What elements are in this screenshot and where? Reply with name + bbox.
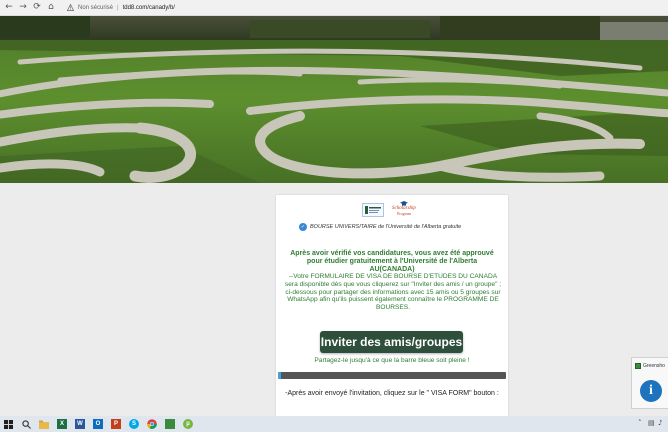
search-icon[interactable]: [21, 419, 31, 429]
file-explorer-icon[interactable]: [39, 419, 49, 429]
address-separator: |: [117, 4, 119, 11]
address-bar[interactable]: Non sécurisé | tdd8.com/canady/b/: [66, 2, 668, 14]
progress-fill: [278, 372, 281, 379]
info-icon[interactable]: i: [640, 380, 662, 402]
volume-icon[interactable]: ♪: [658, 419, 664, 427]
greenshot-icon: [635, 363, 641, 369]
outlook-icon[interactable]: O: [93, 419, 103, 429]
approval-headline: Après avoir vérifié vos candidatures, vo…: [290, 250, 494, 273]
utorrent-icon[interactable]: µ: [183, 419, 193, 429]
powerpoint-icon[interactable]: P: [111, 419, 121, 429]
windows-taskbar: X W O P S µ ˄ ▤ ♪: [0, 416, 668, 432]
greenshot-label: Greensho: [643, 363, 665, 369]
warning-icon: [66, 4, 74, 12]
greenshot-widget[interactable]: Greensho i: [631, 357, 668, 409]
hero-lawn-image: [0, 16, 668, 183]
excel-icon[interactable]: X: [57, 419, 67, 429]
scholarship-program-logo: Scholarship Program: [390, 201, 418, 219]
forward-button[interactable]: →: [18, 3, 28, 13]
scholarship-subtitle: Program: [397, 211, 411, 216]
network-icon[interactable]: ▤: [648, 419, 655, 427]
scholarship-card: Scholarship Program ✓ BOURSE UNIVERSITAI…: [276, 195, 508, 417]
badge-text: BOURSE UNIVERSITAIRE de l'Université de …: [310, 224, 462, 230]
university-logo: [362, 203, 384, 217]
system-tray: ˄ ▤ ♪: [638, 419, 664, 427]
windows-start-icon[interactable]: [3, 419, 13, 429]
url-text[interactable]: tdd8.com/canady/b/: [123, 5, 175, 11]
home-button[interactable]: ⌂: [46, 3, 56, 13]
chevron-up-icon[interactable]: ˄: [638, 419, 644, 427]
greenshot-icon[interactable]: [165, 419, 175, 429]
chrome-icon[interactable]: [147, 419, 157, 429]
visa-form-instruction: -Après avoir envoyé l'invitation, clique…: [285, 390, 499, 397]
invite-friends-button[interactable]: Inviter des amis/groupes: [320, 331, 463, 353]
greenshot-title: Greensho: [635, 363, 665, 369]
back-button[interactable]: ←: [4, 3, 14, 13]
logo-row: Scholarship Program: [362, 201, 418, 219]
verified-check-icon: ✓: [299, 223, 307, 231]
browser-toolbar: ← → ⟳ ⌂ Non sécurisé | tdd8.com/canady/b…: [0, 0, 668, 16]
skype-icon[interactable]: S: [129, 419, 139, 429]
share-progress-bar: [278, 372, 506, 379]
visa-form-description: --Votre FORMULAIRE DE VISA DE BOURSE D'E…: [284, 273, 502, 312]
reload-button[interactable]: ⟳: [32, 3, 42, 13]
security-label: Non sécurisé: [78, 4, 114, 11]
verified-badge-row: ✓ BOURSE UNIVERSITAIRE de l'Université d…: [299, 223, 499, 231]
word-icon[interactable]: W: [75, 419, 85, 429]
share-instruction: Partagez-le jusqu'à ce que la barre bleu…: [314, 357, 470, 364]
